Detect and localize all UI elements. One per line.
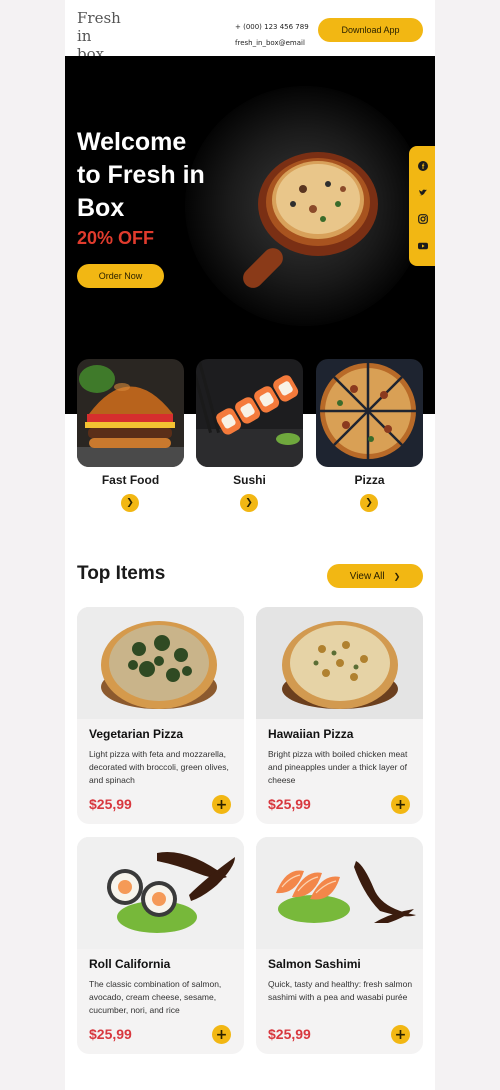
roll-california-image[interactable] bbox=[77, 837, 244, 949]
item-card[interactable]: Hawaiian Pizza Bright pizza with boiled … bbox=[256, 607, 423, 824]
category-label[interactable]: Pizza bbox=[316, 473, 423, 487]
category-pizza[interactable]: Pizza ❯ bbox=[316, 359, 423, 512]
instagram-icon[interactable] bbox=[417, 213, 428, 224]
add-to-cart-button[interactable]: + bbox=[212, 1025, 231, 1044]
logo[interactable]: Fresh in box. bbox=[77, 9, 125, 63]
vegetarian-pizza-image[interactable] bbox=[77, 607, 244, 719]
item-card[interactable]: Salmon Sashimi Quick, tasty and healthy:… bbox=[256, 837, 423, 1054]
discount-text: 20% OFF bbox=[77, 228, 155, 248]
pizza-image[interactable] bbox=[316, 359, 423, 467]
hawaiian-pizza-image[interactable] bbox=[256, 607, 423, 719]
youtube-icon[interactable] bbox=[417, 240, 428, 251]
item-price: $25,99 bbox=[268, 796, 311, 812]
section-title: Top Items bbox=[77, 563, 166, 584]
category-sushi[interactable]: Sushi ❯ bbox=[196, 359, 303, 512]
item-name: Vegetarian Pizza bbox=[89, 727, 184, 741]
chevron-right-icon[interactable]: ❯ bbox=[121, 494, 139, 512]
sushi-image[interactable] bbox=[196, 359, 303, 467]
chevron-right-icon[interactable]: ❯ bbox=[240, 494, 258, 512]
pizza-board-image bbox=[243, 152, 378, 288]
item-name: Salmon Sashimi bbox=[268, 957, 361, 971]
chevron-right-icon[interactable]: ❯ bbox=[360, 494, 378, 512]
download-app-button[interactable]: Download App bbox=[318, 18, 423, 42]
salmon-sashimi-image[interactable] bbox=[256, 837, 423, 949]
header: Fresh in box. + (000) 123 456 789 fresh_… bbox=[65, 0, 435, 63]
item-card[interactable]: Roll California The classic combination … bbox=[77, 837, 244, 1054]
item-price: $25,99 bbox=[268, 1026, 311, 1042]
category-label[interactable]: Sushi bbox=[196, 473, 303, 487]
item-price: $25,99 bbox=[89, 1026, 132, 1042]
item-card[interactable]: Vegetarian Pizza Light pizza with feta a… bbox=[77, 607, 244, 824]
logo-text: Fresh in box. bbox=[77, 9, 121, 63]
add-to-cart-button[interactable]: + bbox=[212, 795, 231, 814]
order-now-button[interactable]: Order Now bbox=[77, 264, 164, 288]
item-name: Hawaiian Pizza bbox=[268, 727, 354, 741]
email-container: Fresh in box. + (000) 123 456 789 fresh_… bbox=[65, 0, 435, 1090]
fast-food-image[interactable] bbox=[77, 359, 184, 467]
item-description: Quick, tasty and healthy: fresh salmon s… bbox=[268, 979, 413, 1002]
view-all-button[interactable]: View All ❯ bbox=[327, 564, 423, 588]
phone-text[interactable]: + (000) 123 456 789 bbox=[235, 19, 309, 35]
social-bar: f bbox=[409, 146, 435, 266]
view-all-label: View All bbox=[349, 570, 385, 582]
twitter-icon[interactable] bbox=[417, 187, 428, 198]
item-description: Light pizza with feta and mozzarella, de… bbox=[89, 749, 229, 785]
item-name: Roll California bbox=[89, 957, 171, 971]
facebook-icon[interactable]: f bbox=[417, 160, 428, 171]
add-to-cart-button[interactable]: + bbox=[391, 1025, 410, 1044]
item-price: $25,99 bbox=[89, 796, 132, 812]
chevron-right-icon: ❯ bbox=[393, 571, 401, 581]
item-description: Bright pizza with boiled chicken meat an… bbox=[268, 749, 408, 785]
contact-info: + (000) 123 456 789 fresh_in_box@email bbox=[235, 19, 309, 51]
category-fast-food[interactable]: Fast Food ❯ bbox=[77, 359, 184, 512]
email-text[interactable]: fresh_in_box@email bbox=[235, 35, 309, 51]
add-to-cart-button[interactable]: + bbox=[391, 795, 410, 814]
hero-title: Welcome to Fresh in Box bbox=[77, 128, 205, 222]
item-description: The classic combination of salmon, avoca… bbox=[89, 979, 222, 1015]
category-label[interactable]: Fast Food bbox=[77, 473, 184, 487]
